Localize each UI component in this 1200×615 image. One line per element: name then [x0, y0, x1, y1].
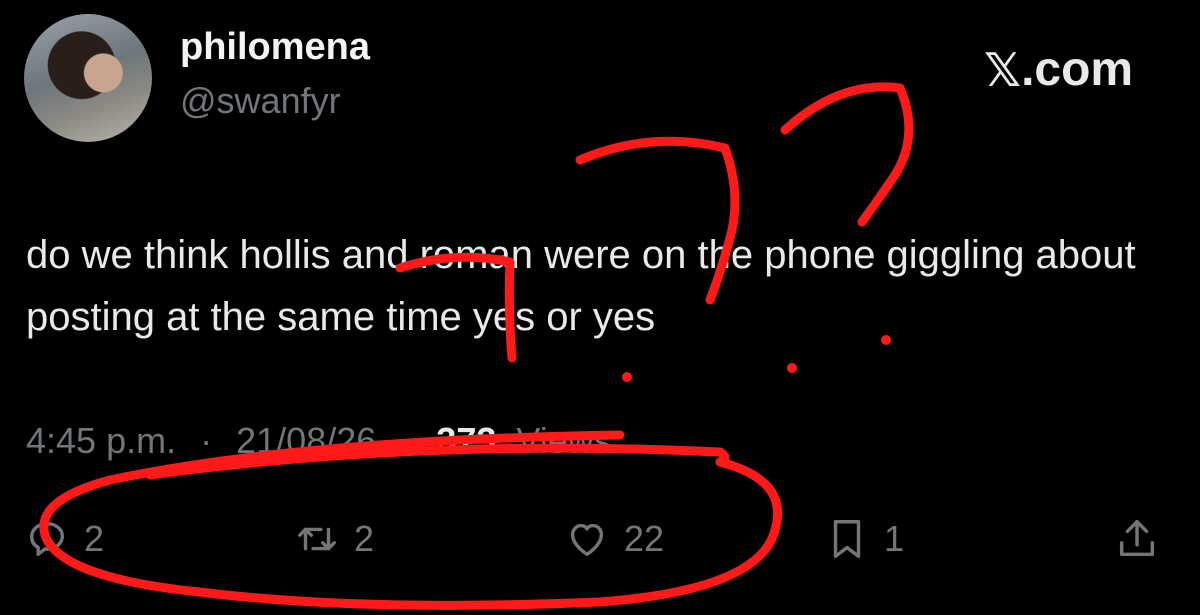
meta-separator: · [200, 420, 213, 461]
avatar[interactable] [24, 14, 152, 142]
retweet-icon [298, 527, 336, 551]
tweet-time[interactable]: 4:45 p.m. [26, 420, 176, 461]
reply-count: 2 [84, 518, 105, 559]
reply-icon [29, 521, 65, 557]
like-count: 22 [624, 518, 665, 559]
share-button[interactable] [1114, 516, 1160, 562]
share-icon [1119, 520, 1155, 557]
bookmark-count: 1 [884, 518, 905, 559]
display-name[interactable]: philomena [180, 26, 370, 69]
question-dot-1 [622, 372, 632, 382]
tweet-date[interactable]: 21/08/26 [236, 420, 376, 461]
action-bar: 2 2 22 1 [24, 516, 1174, 572]
retweet-button[interactable]: 2 [294, 516, 374, 562]
x-icon: 𝕏 [984, 42, 1022, 97]
meta-separator: · [400, 420, 413, 461]
question-mark-scribble-right [780, 82, 914, 227]
retweet-count: 2 [354, 518, 375, 559]
bookmark-icon [833, 520, 861, 558]
like-button[interactable]: 22 [564, 516, 664, 562]
x-logo: 𝕏 .com [984, 42, 1133, 97]
reply-button[interactable]: 2 [24, 516, 104, 562]
tweet-text: do we think hollis and roman were on the… [26, 233, 1136, 339]
bookmark-button[interactable]: 1 [824, 516, 904, 562]
x-domain-text: .com [1021, 43, 1134, 96]
question-dot-2 [787, 363, 797, 373]
tweet-meta: 4:45 p.m. · 21/08/26 · 373 Views [26, 420, 612, 462]
user-handle[interactable]: @swanfyr [180, 80, 341, 122]
views-label: Views [516, 420, 612, 461]
heart-icon [570, 523, 604, 557]
views-count[interactable]: 373 [436, 420, 496, 461]
